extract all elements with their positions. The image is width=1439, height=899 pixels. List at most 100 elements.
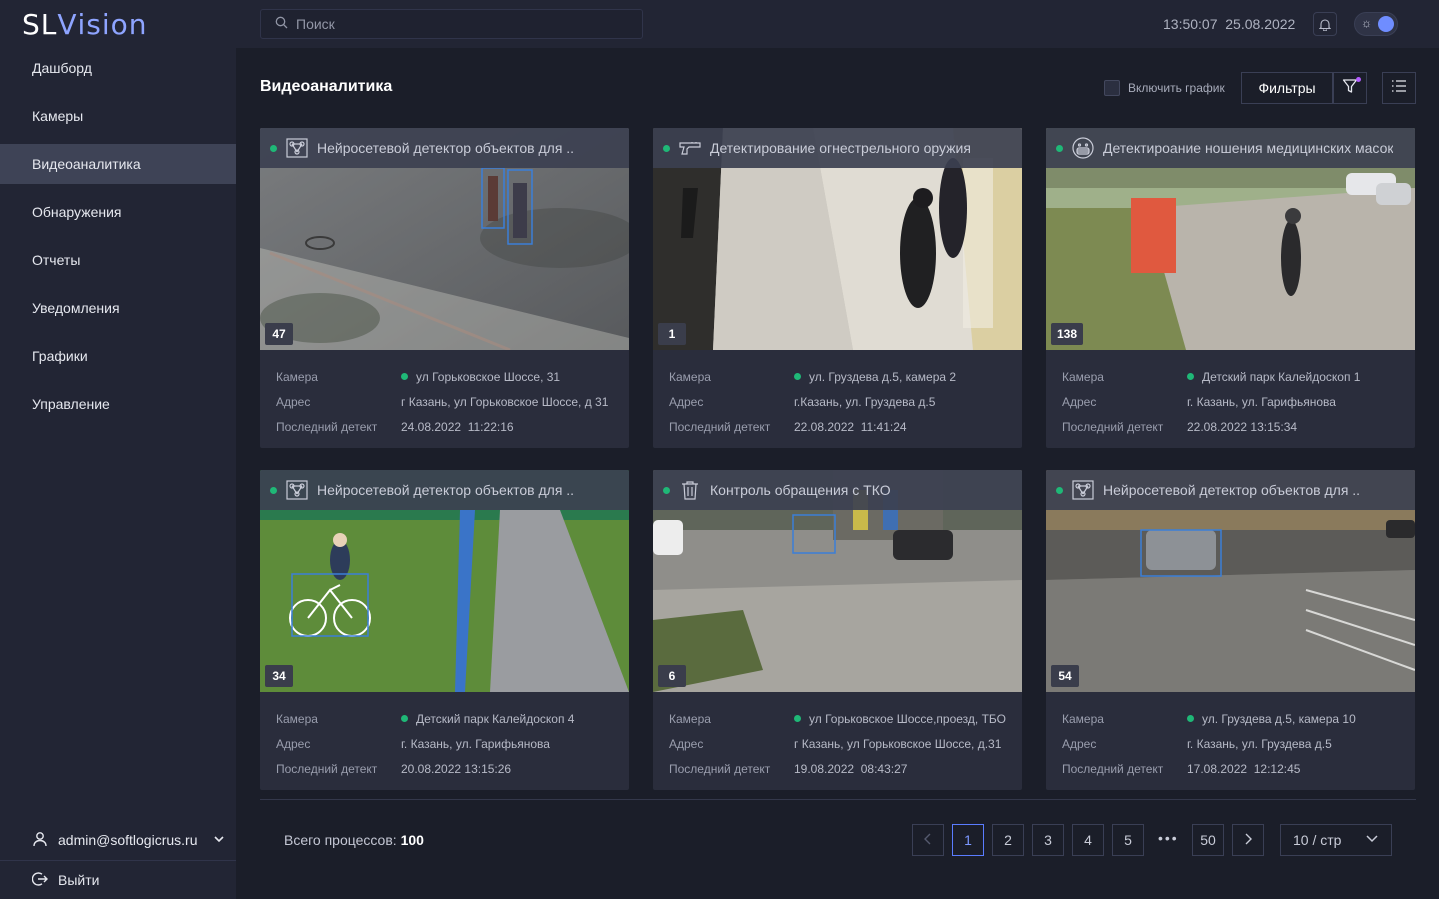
sidebar-item-detections[interactable]: Обнаружения [0,192,236,232]
sidebar-item-charts[interactable]: Графики [0,336,236,376]
last-detect-label: Последний детект [669,761,771,776]
last-detect-value: 24.08.2022 11:22:16 [401,419,514,434]
sidebar-item-management[interactable]: Управление [0,384,236,424]
sidebar-item-dashboard[interactable]: Дашборд [0,48,236,88]
address-label: Адрес [276,394,311,409]
card-title: Контроль обращения с ТКО [710,482,891,498]
camera-label: Камера [669,711,711,726]
card-info: Камера ул. Груздева д.5, камера 10 Адрес г… [1046,692,1415,790]
status-indicator [1056,144,1063,152]
last-detect-value: 22.08.2022 13:15:34 [1187,419,1298,434]
address-label: Адрес [669,736,704,751]
camera-value: ул. Груздева д.5, камера 10 [1202,711,1356,726]
analytics-card[interactable]: Детектирование огнестрельного оружия 1 К… [653,128,1022,448]
address-value: г. Казань, ул. Гарифьянова [401,736,550,751]
detections-count-badge: 6 [658,665,686,687]
page-button-4[interactable]: 4 [1072,824,1104,856]
trash-icon [678,478,702,502]
card-info: Камера Детский парк Калейдоскоп 4 Адрес г.… [260,692,629,790]
camera-status-dot [401,373,408,380]
app-logo[interactable]: SL Vision [0,0,236,48]
sidebar-item-cameras[interactable]: Камеры [0,96,236,136]
filters-label: Фильтры [1258,80,1316,96]
top-bar: Поиск 13:50:07 25.08.2022 ☼ [236,0,1439,48]
camera-status-dot [1187,715,1194,722]
filters-button[interactable]: Фильтры [1241,72,1333,104]
page-button-3[interactable]: 3 [1032,824,1064,856]
sidebar-item-reports[interactable]: Отчеты [0,240,236,280]
mask-icon [1071,136,1095,160]
status-indicator [270,144,277,152]
address-label: Адрес [1062,736,1097,751]
user-menu[interactable]: admin@softlogicrus.ru [0,820,236,860]
chevron-left-icon [924,832,932,848]
page-size-value: 10 / стр [1293,832,1342,848]
status-indicator [663,144,670,152]
analytics-card[interactable]: Детектироание ношения медицинских масок … [1046,128,1415,448]
card-title: Нейросетевой детектор объектов для .. [317,482,575,498]
sidebar-nav: Дашборд Камеры Видеоаналитика Обнаружени… [0,48,236,424]
chart-toggle-checkbox[interactable] [1104,80,1120,96]
camera-value: ул. Груздева д.5, камера 2 [809,369,957,384]
sidebar-item-label: Управление [32,396,110,412]
list-view-button[interactable] [1382,72,1416,104]
camera-status-dot [794,715,801,722]
detections-count-badge: 34 [265,665,293,687]
user-icon [32,831,48,850]
search-input[interactable]: Поиск [260,9,643,39]
analytics-card[interactable]: Нейросетевой детектор объектов для .. 47… [260,128,629,448]
pagination-ellipsis[interactable]: ••• [1158,830,1179,846]
total-processes: Всего процессов: 100 [284,832,424,848]
page-button-5[interactable]: 5 [1112,824,1144,856]
logout-icon [31,871,48,890]
sidebar-item-label: Камеры [32,108,84,124]
filter-icon-button[interactable] [1333,72,1367,104]
sidebar-item-video-analytics[interactable]: Видеоаналитика [0,144,236,184]
chevron-down-icon [1365,831,1379,848]
next-page-button[interactable] [1232,824,1264,856]
page-button-1[interactable]: 1 [952,824,984,856]
sidebar-item-notifications[interactable]: Уведомления [0,288,236,328]
content-divider [260,799,1416,800]
camera-label: Камера [276,711,318,726]
detections-count-badge: 54 [1051,665,1079,687]
camera-label: Камера [276,369,318,384]
notifications-bell-icon[interactable] [1313,12,1337,36]
sidebar-item-label: Уведомления [32,300,120,316]
last-detect-label: Последний детект [1062,761,1164,776]
page-size-select[interactable]: 10 / стр [1280,824,1392,856]
card-header: Нейросетевой детектор объектов для .. [1046,470,1415,510]
theme-toggle[interactable]: ☼ [1354,12,1398,36]
last-detect-label: Последний детект [669,419,771,434]
camera-status-dot [401,715,408,722]
search-placeholder: Поиск [296,16,335,32]
prev-page-button[interactable] [912,824,944,856]
detections-count-badge: 138 [1051,323,1084,345]
camera-label: Камера [1062,711,1104,726]
search-icon [275,16,288,32]
analytics-card[interactable]: Контроль обращения с ТКО 6 Камера ул Горь… [653,470,1022,790]
camera-value: ул Горьковское Шоссе,проезд, ТБО [809,711,1006,726]
camera-status-dot [1187,373,1194,380]
logout-button[interactable]: Выйти [0,861,236,899]
camera-label: Камера [669,369,711,384]
last-detect-value: 17.08.2022 12:12:45 [1187,761,1301,776]
datetime-display: 13:50:07 25.08.2022 [1163,16,1296,32]
detections-count-badge: 47 [265,323,293,345]
analytics-card[interactable]: Нейросетевой детектор объектов для .. 34… [260,470,629,790]
page-button-50[interactable]: 50 [1192,824,1224,856]
camera-status-dot [794,373,801,380]
last-detect-label: Последний детект [276,419,378,434]
gun-icon [678,136,702,160]
last-detect-label: Последний детект [276,761,378,776]
chart-toggle[interactable]: Включить график [1104,80,1225,96]
filter-active-dot [1356,77,1361,82]
chevron-down-icon [213,833,224,847]
last-detect-value: 22.08.2022 11:41:24 [794,419,907,434]
page-button-2[interactable]: 2 [992,824,1024,856]
logo-rest: ision [77,7,148,41]
address-label: Адрес [1062,394,1097,409]
analytics-card[interactable]: Нейросетевой детектор объектов для .. 54… [1046,470,1415,790]
status-indicator [1056,486,1063,494]
last-detect-value: 20.08.2022 13:15:26 [401,761,512,776]
